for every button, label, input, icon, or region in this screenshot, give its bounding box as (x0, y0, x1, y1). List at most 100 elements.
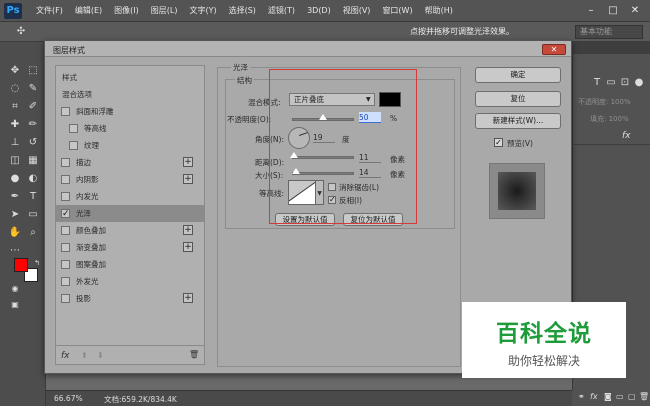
menu-file[interactable]: 文件(F) (30, 5, 69, 16)
lasso-icon[interactable]: ◌ (8, 82, 22, 96)
shape-icon[interactable]: ▭ (26, 208, 40, 222)
ok-button[interactable]: 确定 (475, 67, 561, 83)
eyedropper-icon[interactable]: ✐ (26, 100, 40, 114)
preview-checkbox[interactable]: ✓ (494, 138, 503, 147)
zoom-level[interactable]: 66.67% (54, 394, 83, 403)
preview-swatch (498, 172, 536, 210)
list-item-color-overlay[interactable]: 颜色叠加 + (56, 222, 204, 239)
blur-icon[interactable]: ● (8, 172, 22, 186)
screen-mode-icon[interactable]: ▣ (8, 298, 22, 312)
menu-type[interactable]: 文字(Y) (183, 5, 222, 16)
list-item-outer-glow[interactable]: 外发光 (56, 273, 204, 290)
outer-glow-checkbox[interactable] (61, 277, 70, 286)
layer-fx-icon[interactable]: fx (622, 131, 631, 141)
style-list: 样式 混合选项 斜面和浮雕 等高线 纹理 描边 + 内阴影 + 内发光 光泽 颜色叠… (55, 65, 205, 365)
add-gradient-overlay-icon[interactable]: + (183, 242, 193, 252)
dialog-close-icon[interactable]: ✕ (542, 44, 566, 55)
gradient-overlay-checkbox[interactable] (61, 243, 70, 252)
layer-opacity-label[interactable]: 不透明度: 100% (578, 97, 631, 107)
dialog-titlebar[interactable] (45, 41, 571, 57)
contour-checkbox[interactable] (69, 124, 78, 133)
brush-icon[interactable]: ✏ (26, 118, 40, 132)
delete-effect-icon[interactable]: 🗑 (189, 350, 199, 359)
add-style-icon[interactable]: fx (590, 392, 598, 401)
add-drop-shadow-icon[interactable]: + (183, 293, 193, 303)
marquee-icon[interactable]: ⬚ (26, 64, 40, 78)
list-item-gradient-overlay[interactable]: 渐变叠加 + (56, 239, 204, 256)
move-tool-icon[interactable]: ✣ (14, 25, 28, 39)
filter-text-icon[interactable]: T (590, 76, 604, 90)
quick-mask-icon[interactable]: ◉ (8, 282, 22, 296)
list-item-styles[interactable]: 样式 (56, 69, 204, 86)
add-color-overlay-icon[interactable]: + (183, 225, 193, 235)
list-item-pattern-overlay[interactable]: 图案叠加 (56, 256, 204, 273)
menu-filter[interactable]: 滤镜(T) (262, 5, 301, 16)
quick-select-icon[interactable]: ✎ (26, 82, 40, 96)
type-icon[interactable]: T (26, 190, 40, 204)
foreground-color-swatch[interactable] (14, 258, 28, 272)
reset-button[interactable]: 复位 (475, 91, 561, 107)
new-layer-icon[interactable]: ▢ (628, 392, 636, 401)
delete-layer-icon[interactable]: 🗑 (639, 392, 649, 401)
dodge-icon[interactable]: ◐ (26, 172, 40, 186)
filter-smart-icon[interactable]: ⊡ (618, 76, 632, 90)
menu-window[interactable]: 窗口(W) (376, 5, 418, 16)
list-item-texture[interactable]: 纹理 (56, 137, 204, 154)
move-down-icon[interactable]: ⬇ (97, 351, 104, 360)
hand-icon[interactable]: ✋ (8, 226, 22, 240)
add-inner-shadow-icon[interactable]: + (183, 174, 193, 184)
inner-glow-checkbox[interactable] (61, 192, 70, 201)
list-item-blending-options[interactable]: 混合选项 (56, 86, 204, 103)
healing-icon[interactable]: ✚ (8, 118, 22, 132)
pen-icon[interactable]: ✒ (8, 190, 22, 204)
list-item-stroke[interactable]: 描边 + (56, 154, 204, 171)
inner-shadow-checkbox[interactable] (61, 175, 70, 184)
filter-toggle-icon[interactable]: ● (632, 76, 646, 90)
list-item-satin[interactable]: 光泽 (56, 205, 204, 223)
new-group-icon[interactable]: ▭ (616, 392, 624, 401)
texture-checkbox[interactable] (69, 141, 78, 150)
section-title: 光泽 (231, 62, 250, 73)
path-select-icon[interactable]: ➤ (8, 208, 22, 222)
bevel-checkbox[interactable] (61, 107, 70, 116)
list-item-drop-shadow[interactable]: 投影 + (56, 290, 204, 307)
drop-shadow-checkbox[interactable] (61, 294, 70, 303)
window-close-icon[interactable]: ✕ (626, 4, 644, 18)
new-style-button[interactable]: 新建样式(W)... (475, 113, 561, 129)
layer-fill-label[interactable]: 填充: 100% (590, 114, 629, 124)
add-stroke-icon[interactable]: + (183, 157, 193, 167)
link-layers-icon[interactable]: ⚭ (578, 392, 585, 401)
workspace-select[interactable]: 基本功能 (575, 25, 643, 39)
zoom-icon[interactable]: ⌕ (26, 226, 40, 240)
list-item-contour[interactable]: 等高线 (56, 120, 204, 137)
preview-label[interactable]: 预览(V) (507, 138, 533, 149)
satin-checkbox[interactable] (61, 206, 70, 223)
dialog-title: 图层样式 (53, 46, 85, 55)
minimize-icon[interactable]: – (582, 4, 600, 18)
list-item-inner-shadow[interactable]: 内阴影 + (56, 171, 204, 188)
menu-3d[interactable]: 3D(D) (301, 6, 337, 15)
menu-view[interactable]: 视图(V) (337, 5, 377, 16)
list-item-inner-glow[interactable]: 内发光 (56, 188, 204, 205)
filter-shape-icon[interactable]: ▭ (604, 76, 618, 90)
move-icon[interactable]: ✥ (8, 64, 22, 78)
stamp-icon[interactable]: ⊥ (8, 136, 22, 150)
more-tools-icon[interactable]: ⋯ (8, 244, 22, 258)
stroke-checkbox[interactable] (61, 158, 70, 167)
pattern-overlay-checkbox[interactable] (61, 260, 70, 269)
maximize-icon[interactable]: □ (604, 4, 622, 18)
menu-edit[interactable]: 编辑(E) (69, 5, 108, 16)
color-overlay-checkbox[interactable] (61, 226, 70, 235)
menu-select[interactable]: 选择(S) (223, 5, 262, 16)
eraser-icon[interactable]: ◫ (8, 154, 22, 168)
gradient-icon[interactable]: ▦ (26, 154, 40, 168)
move-up-icon[interactable]: ⬆ (81, 351, 88, 360)
crop-icon[interactable]: ⌗ (8, 100, 22, 114)
add-mask-icon[interactable]: ◙ (604, 392, 612, 401)
menu-layer[interactable]: 图层(L) (145, 5, 184, 16)
history-brush-icon[interactable]: ↺ (26, 136, 40, 150)
fx-menu-icon[interactable]: fx (61, 351, 70, 361)
list-item-bevel-emboss[interactable]: 斜面和浮雕 (56, 103, 204, 120)
menu-image[interactable]: 图像(I) (108, 5, 145, 16)
menu-help[interactable]: 帮助(H) (419, 5, 459, 16)
